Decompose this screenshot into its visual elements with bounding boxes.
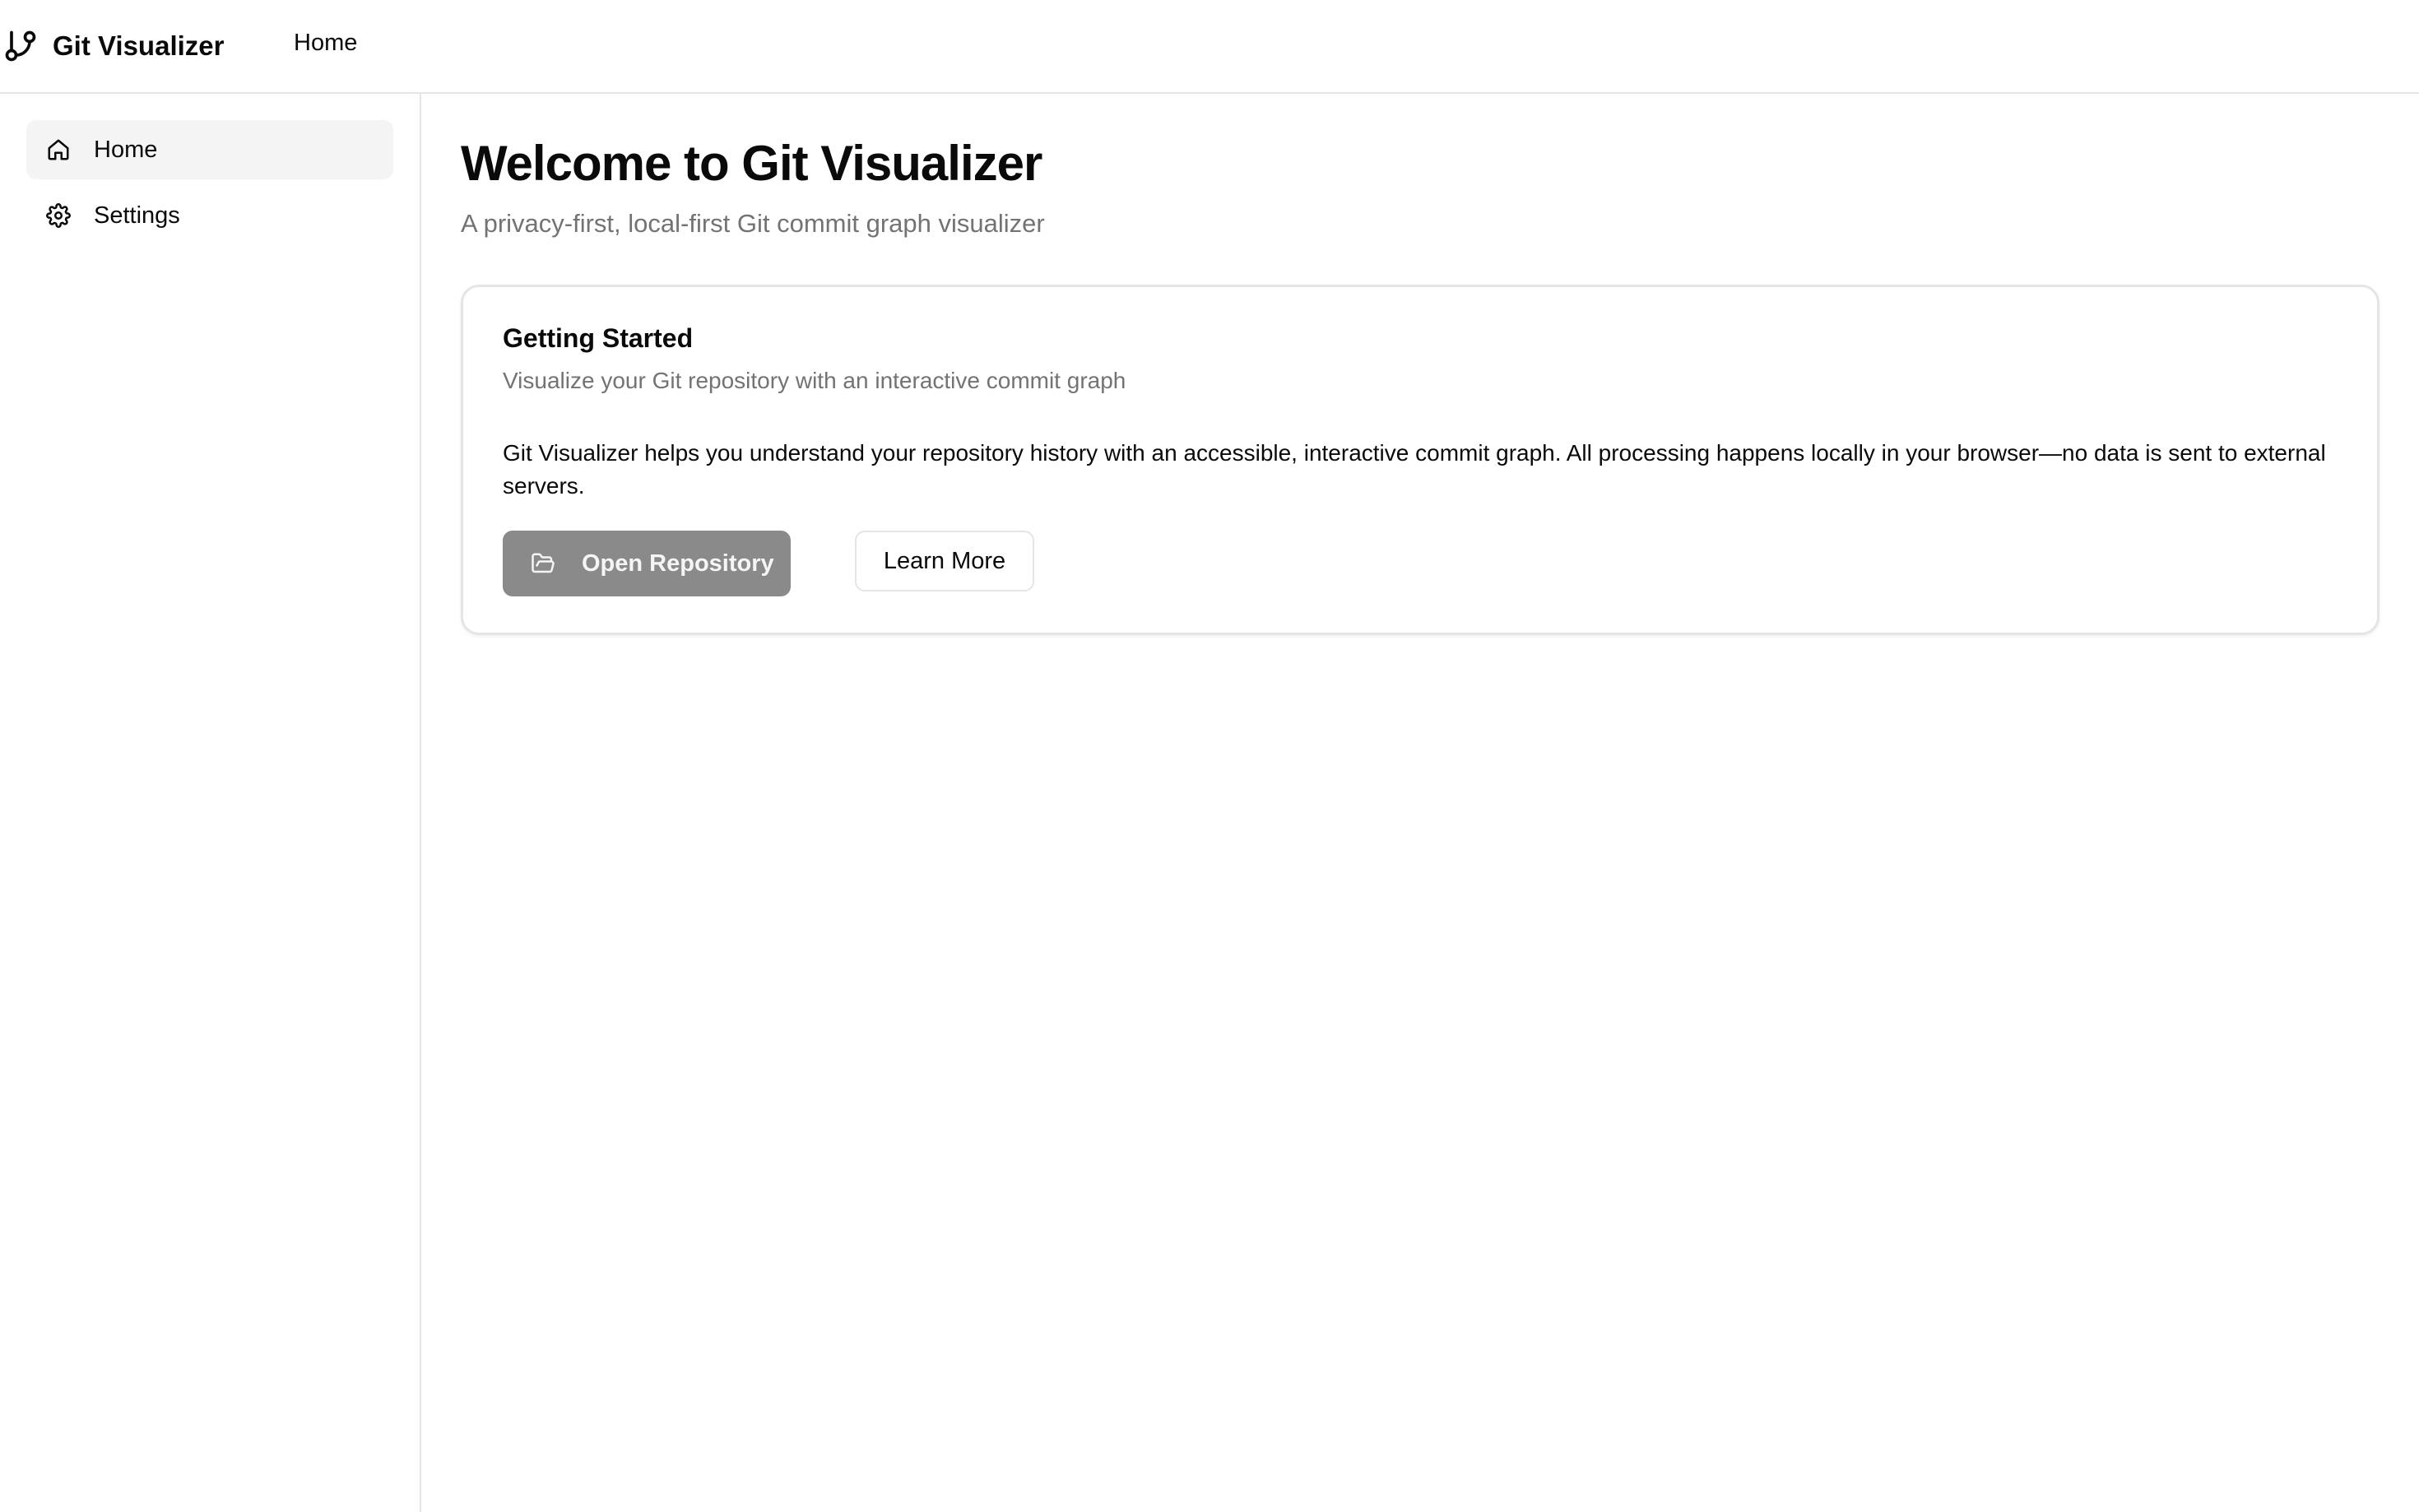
getting-started-card: Getting Started Visualize your Git repos… [461, 285, 2380, 635]
page-subtitle: A privacy-first, local-first Git commit … [461, 209, 1045, 238]
open-repository-label: Open Repository [582, 550, 774, 577]
page-title: Welcome to Git Visualizer [461, 136, 1042, 191]
app-title: Git Visualizer [53, 30, 225, 61]
sidebar-item-label: Settings [94, 202, 180, 229]
sidebar-item-home[interactable]: Home [26, 120, 393, 179]
card-body-text: Git Visualizer helps you understand your… [503, 440, 2326, 499]
sidebar-item-settings[interactable]: Settings [26, 186, 393, 245]
folder-open-icon [529, 550, 557, 577]
learn-more-button[interactable]: Learn More [855, 531, 1034, 591]
brand[interactable]: Git Visualizer [0, 25, 224, 67]
top-bar: Git Visualizer Home [0, 0, 2419, 94]
home-icon [44, 136, 72, 164]
open-repository-button[interactable]: Open Repository [503, 531, 791, 596]
main-content: Welcome to Git Visualizer A privacy-firs… [423, 94, 2419, 1512]
sidebar: Home Settings [0, 94, 421, 1512]
sidebar-item-label: Home [94, 136, 158, 163]
git-branch-icon [0, 26, 41, 67]
card-description: Visualize your Git repository with an in… [503, 368, 1126, 393]
top-nav-home-link[interactable]: Home [294, 30, 357, 57]
gear-icon [44, 202, 72, 230]
card-title: Getting Started [503, 323, 694, 353]
